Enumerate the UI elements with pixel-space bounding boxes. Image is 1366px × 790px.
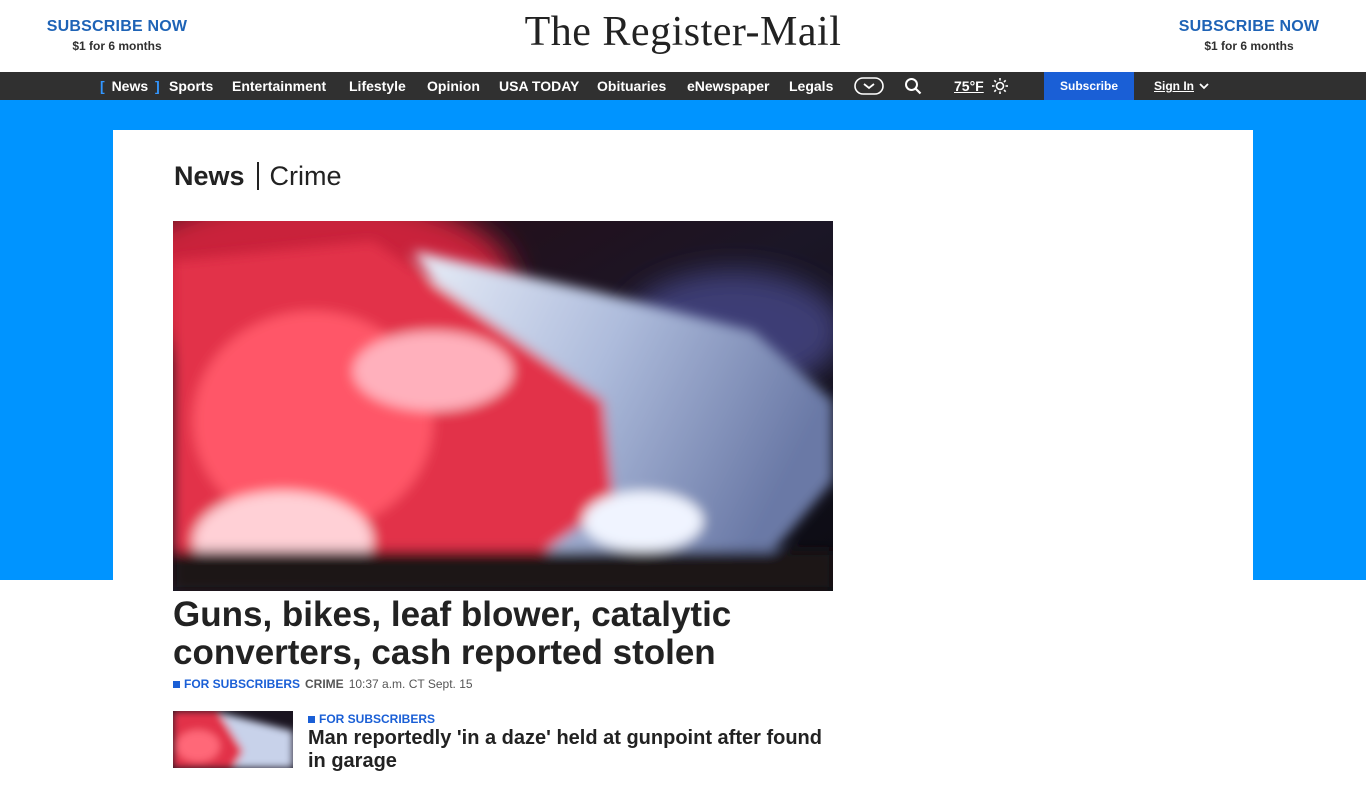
police-lights-image [173,221,833,591]
weather-temp: 75°F [954,78,984,94]
search-button[interactable] [903,72,923,100]
sign-in-button[interactable]: Sign In [1154,72,1210,100]
more-menu-button[interactable] [853,72,885,100]
active-bracket-close: ] [155,78,160,94]
section-divider [256,162,259,190]
for-subscribers-label: FOR SUBSCRIBERS [319,712,436,726]
nav-item-label: News [111,78,149,94]
lead-story-image[interactable] [173,221,833,591]
sun-icon [991,78,1008,94]
subscriber-square-icon [308,715,315,723]
promo-subtitle: $1 for 6 months [1204,39,1294,53]
site-logo[interactable]: The Register-Mail [0,8,1366,56]
story2-meta: FOR SUBSCRIBERS [308,712,435,726]
nav-item-sports[interactable]: Sports [169,72,213,100]
weather-widget[interactable]: 75°F [954,72,1009,100]
search-icon [905,78,922,95]
nav-item-usa-today[interactable]: USA TODAY [499,72,579,100]
lead-story-headline[interactable]: Guns, bikes, leaf blower, catalytic conv… [173,596,833,672]
subscriber-square-icon [173,680,180,688]
section-name[interactable]: News [174,161,245,192]
nav-item-news[interactable]: [ News ] [100,72,160,100]
nav-item-opinion[interactable]: Opinion [427,72,480,100]
category-label[interactable]: CRIME [305,677,344,691]
subsection-name: Crime [269,160,342,191]
subscribe-button[interactable]: Subscribe [1044,72,1134,100]
for-subscribers-label: FOR SUBSCRIBERS [184,677,301,691]
police-lights-thumbnail [173,711,293,768]
story2-headline[interactable]: Man reportedly 'in a daze' held at gunpo… [308,727,833,773]
nav-item-legals[interactable]: Legals [789,72,833,100]
subscribe-promo-right[interactable]: SUBSCRIBE NOW $1 for 6 months [1169,18,1329,53]
nav-item-entertainment[interactable]: Entertainment [232,72,326,100]
sign-in-label: Sign In [1154,79,1194,93]
story-thumbnail[interactable] [173,711,293,768]
active-bracket-open: [ [100,78,105,94]
timestamp: 10:37 a.m. CT Sept. 15 [348,677,473,691]
promo-title: SUBSCRIBE NOW [1178,18,1320,35]
section-heading: News Crime [174,160,342,192]
chevron-down-circle-icon [854,77,884,95]
nav-item-enewspaper[interactable]: eNewspaper [687,72,769,100]
nav-item-obituaries[interactable]: Obituaries [597,72,666,100]
lead-story-meta: FOR SUBSCRIBERS CRIME 10:37 a.m. CT Sept… [173,677,473,691]
masthead: SUBSCRIBE NOW $1 for 6 months The Regist… [0,0,1366,72]
nav-item-lifestyle[interactable]: Lifestyle [349,72,406,100]
chevron-down-icon [1199,83,1209,90]
